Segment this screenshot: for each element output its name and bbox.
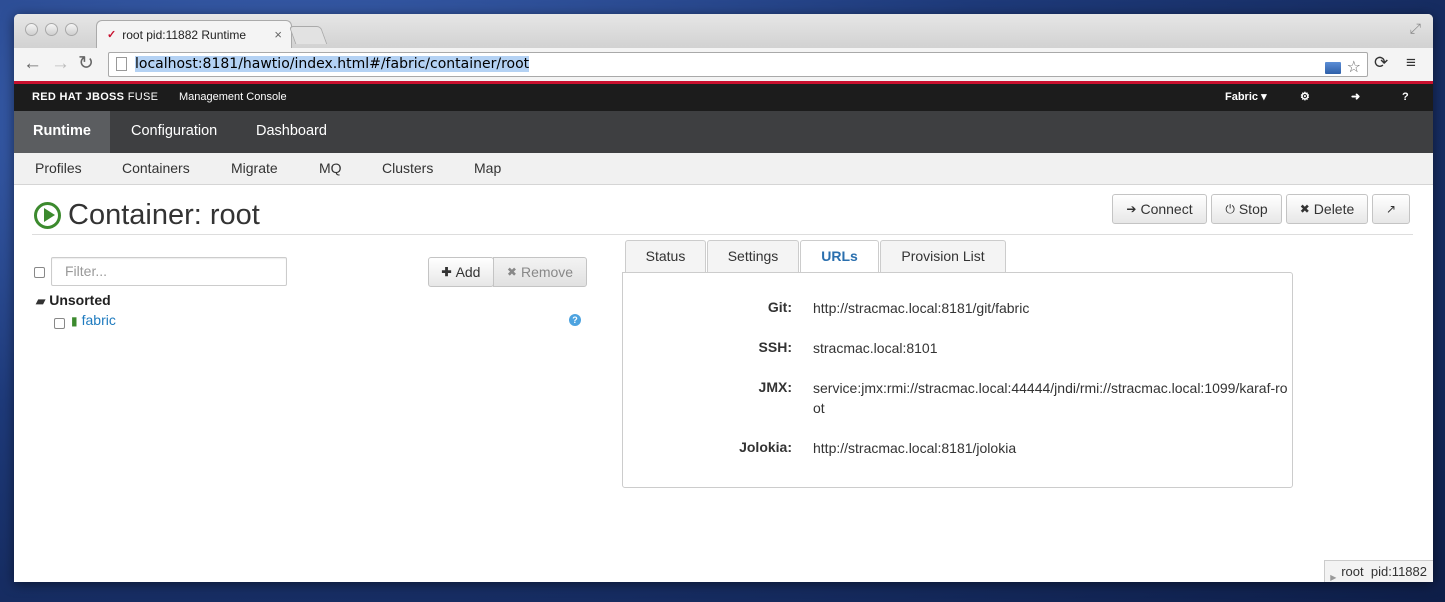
- share-icon: ↗: [1385, 202, 1397, 216]
- browser-window: ✓ root pid:11882 Runtime × ⤢ ← → ↻ local…: [14, 14, 1433, 582]
- console-label: Management Console: [179, 91, 287, 103]
- filter-input[interactable]: Filter...: [51, 257, 287, 286]
- url-label-git: Git:: [767, 299, 792, 315]
- tab-close-icon[interactable]: ×: [274, 27, 282, 42]
- page-title-text: Container: root: [68, 198, 260, 231]
- browser-toolbar: ← → ↻ localhost:8181/hawtio/index.html#/…: [14, 48, 1433, 82]
- fullscreen-icon[interactable]: ⤢: [1410, 20, 1421, 37]
- x-icon: ✖: [1299, 202, 1310, 216]
- subnav-migrate[interactable]: Migrate: [231, 153, 278, 183]
- menu-icon[interactable]: ≡: [1406, 53, 1416, 73]
- x-icon: ✖: [506, 265, 517, 279]
- url-label-jolokia: Jolokia:: [739, 439, 792, 455]
- tree-folder-unsorted[interactable]: ▰ Unsorted: [36, 292, 111, 308]
- power-icon: ⏻: [1225, 201, 1235, 216]
- subnav-map[interactable]: Map: [474, 153, 501, 183]
- browser-tab-active[interactable]: ✓ root pid:11882 Runtime ×: [96, 20, 292, 48]
- logout-icon[interactable]: ➜: [1351, 84, 1360, 111]
- add-profile-button[interactable]: ✚ Add: [428, 257, 494, 287]
- running-status-icon: [34, 201, 61, 229]
- url-label-jmx: JMX:: [758, 379, 792, 395]
- open-external-button[interactable]: ↗: [1372, 194, 1410, 224]
- url-label-ssh: SSH:: [758, 339, 792, 355]
- window-close-button[interactable]: [25, 23, 38, 36]
- back-icon[interactable]: ←: [23, 53, 42, 75]
- tab-urls[interactable]: URLs: [800, 240, 879, 273]
- status-bar: ▶ root pid:11882: [1324, 560, 1433, 582]
- address-bar[interactable]: localhost:8181/hawtio/index.html#/fabric…: [108, 52, 1368, 77]
- preferences-icon[interactable]: ⚙: [1300, 84, 1310, 111]
- fabric-menu[interactable]: Fabric ▾: [1225, 84, 1267, 111]
- reload-icon[interactable]: ↻: [78, 53, 94, 75]
- url-value-ssh: stracmac.local:8101: [813, 340, 938, 356]
- profile-link-fabric[interactable]: ▮ fabric: [71, 312, 116, 328]
- stop-button[interactable]: ⏻ Stop: [1211, 194, 1282, 224]
- book-icon: ▮: [71, 314, 78, 328]
- login-icon: ➔: [1126, 202, 1137, 216]
- page-icon: [116, 57, 127, 71]
- bookmark-star-icon[interactable]: ☆: [1347, 57, 1361, 76]
- remove-profile-button[interactable]: ✖ Remove: [493, 257, 587, 287]
- sync-icon[interactable]: ⟳: [1374, 53, 1388, 73]
- subnav-clusters[interactable]: Clusters: [382, 153, 433, 183]
- resize-grip-icon: ▶: [1330, 573, 1337, 582]
- help-icon[interactable]: ?: [1402, 84, 1409, 111]
- nav-dashboard[interactable]: Dashboard: [237, 111, 346, 153]
- window-minimize-button[interactable]: [45, 23, 58, 36]
- window-zoom-button[interactable]: [65, 23, 78, 36]
- tab-provision-list[interactable]: Provision List: [880, 240, 1006, 272]
- nav-runtime[interactable]: Runtime: [14, 111, 110, 153]
- profile-checkbox-fabric[interactable]: [54, 318, 65, 329]
- title-divider: [32, 234, 1413, 235]
- subnav-containers[interactable]: Containers: [122, 153, 190, 183]
- nav-configuration[interactable]: Configuration: [112, 111, 236, 153]
- brand-bar: RED HAT JBOSS FUSE Management Console Fa…: [14, 81, 1433, 111]
- url-value-jolokia: http://stracmac.local:8181/jolokia: [813, 440, 1017, 456]
- hawtio-favicon-icon: ✓: [107, 29, 117, 41]
- url-value-git: http://stracmac.local:8181/git/fabric: [813, 300, 1030, 316]
- folder-open-icon: ▰: [36, 294, 46, 308]
- brand-logo: RED HAT JBOSS FUSE: [32, 91, 159, 103]
- main-nav: Runtime Configuration Dashboard: [14, 111, 1433, 153]
- connect-button[interactable]: ➔ Connect: [1112, 194, 1207, 224]
- status-bar-text: root pid:11882: [1341, 564, 1427, 579]
- url-value-jmx: service:jmx:rmi://stracmac.local:44444/j…: [813, 380, 1288, 416]
- url-path: :8181/hawtio/index.html#/fabric/containe…: [197, 56, 530, 72]
- url-host: localhost: [135, 56, 198, 72]
- new-tab-button[interactable]: [288, 26, 328, 44]
- subnav-profiles[interactable]: Profiles: [35, 153, 82, 183]
- browser-tabstrip: ✓ root pid:11882 Runtime × ⤢: [14, 14, 1433, 48]
- extension-icon[interactable]: [1324, 61, 1341, 74]
- forward-icon[interactable]: →: [51, 53, 70, 75]
- sub-nav: Profiles Containers Migrate MQ Clusters …: [14, 153, 1433, 185]
- browser-tab-title: root pid:11882 Runtime: [122, 27, 247, 42]
- plus-icon: ✚: [441, 265, 452, 279]
- select-all-checkbox[interactable]: [34, 267, 45, 278]
- tab-settings[interactable]: Settings: [707, 240, 799, 272]
- tab-status[interactable]: Status: [625, 240, 706, 272]
- page-title: Container: root: [34, 196, 260, 234]
- question-circle-icon[interactable]: ?: [569, 314, 581, 326]
- subnav-mq[interactable]: MQ: [319, 153, 342, 183]
- urls-panel: Git: http://stracmac.local:8181/git/fabr…: [622, 272, 1293, 488]
- delete-button[interactable]: ✖ Delete: [1286, 194, 1368, 224]
